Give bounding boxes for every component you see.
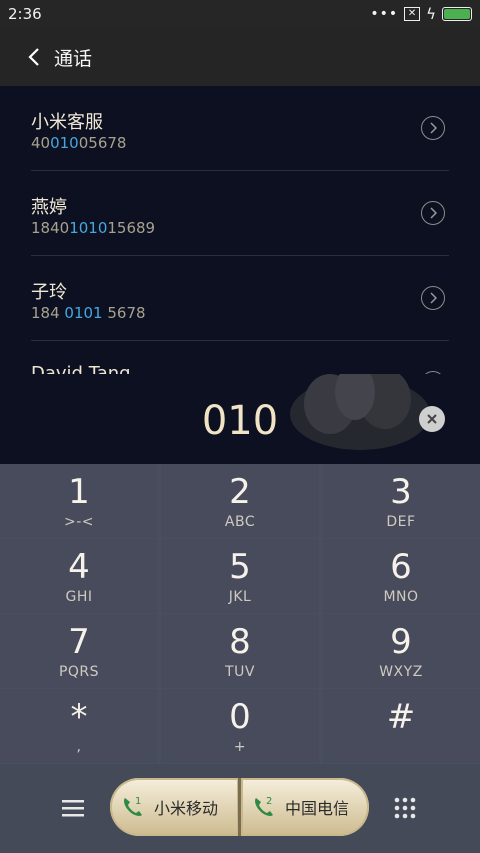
page-title: 通话 (54, 47, 93, 70)
phone-icon: 1 (120, 794, 146, 820)
dial-keypad: 1 >-< 2 ABC 3 DEF 4 GHI 5 JKL 6 MNO 7 PQRS 8 TUV… (0, 464, 480, 764)
key-6[interactable]: 6 MNO (322, 539, 480, 613)
phone-icon: 2 (251, 794, 277, 820)
back-arrow-icon[interactable] (14, 37, 54, 77)
key-9[interactable]: 9 WXYZ (322, 614, 480, 688)
status-time: 2:36 (8, 5, 42, 23)
key-3[interactable]: 3 DEF (322, 464, 480, 538)
call-sim2-button[interactable]: 2 中国电信 (241, 778, 369, 836)
chevron-right-icon[interactable] (421, 201, 445, 225)
contact-row[interactable]: 小米客服 4001005678 (31, 86, 449, 171)
chevron-right-icon[interactable] (421, 286, 445, 310)
title-bar: 通话 (0, 28, 480, 86)
key-0[interactable]: 0 + (161, 689, 319, 763)
contact-number: 184 0101 5678 (31, 304, 146, 322)
svg-text:1: 1 (135, 796, 141, 807)
contact-name: 小米客服 (31, 112, 103, 133)
chevron-right-icon[interactable] (421, 116, 445, 140)
key-1[interactable]: 1 >-< (0, 464, 158, 538)
contact-row[interactable]: 子玲 184 0101 5678 (31, 256, 449, 341)
contact-number: 4001005678 (31, 134, 127, 152)
status-bar: 2:36 ••• ✕ ϟ (0, 0, 480, 28)
key-star[interactable]: *, (0, 689, 158, 763)
dialed-number[interactable]: 010 (0, 398, 480, 444)
menu-icon[interactable] (62, 798, 84, 818)
bottom-action-bar: 1 小米移动 2 中国电信 (0, 764, 480, 853)
contact-number: 1840101015689 (31, 219, 156, 237)
key-2[interactable]: 2 ABC (161, 464, 319, 538)
key-7[interactable]: 7 PQRS (0, 614, 158, 688)
sim2-label: 中国电信 (285, 799, 350, 818)
dialpad-grid-icon[interactable] (394, 797, 416, 819)
key-hash[interactable]: # (322, 689, 480, 763)
battery-icon (442, 7, 472, 21)
sim1-label: 小米移动 (154, 799, 219, 818)
no-sim-icon: ✕ (404, 7, 421, 21)
key-5[interactable]: 5 JKL (161, 539, 319, 613)
key-8[interactable]: 8 TUV (161, 614, 319, 688)
contact-name: 子玲 (31, 282, 67, 303)
contact-suggestion-list: 小米客服 4001005678 燕婷 1840101015689 子玲 184 … (0, 86, 480, 374)
svg-text:2: 2 (266, 796, 272, 807)
charging-icon: ϟ (426, 5, 436, 23)
contact-name: David Tang (31, 363, 131, 374)
call-sim1-button[interactable]: 1 小米移动 (110, 778, 239, 836)
contact-name: 燕婷 (31, 197, 67, 218)
clear-icon[interactable] (419, 406, 445, 432)
more-notifications-icon: ••• (370, 6, 399, 22)
contact-row[interactable]: David Tang (31, 341, 449, 374)
key-4[interactable]: 4 GHI (0, 539, 158, 613)
status-icons: ••• ✕ ϟ (370, 5, 472, 23)
contact-row[interactable]: 燕婷 1840101015689 (31, 171, 449, 256)
